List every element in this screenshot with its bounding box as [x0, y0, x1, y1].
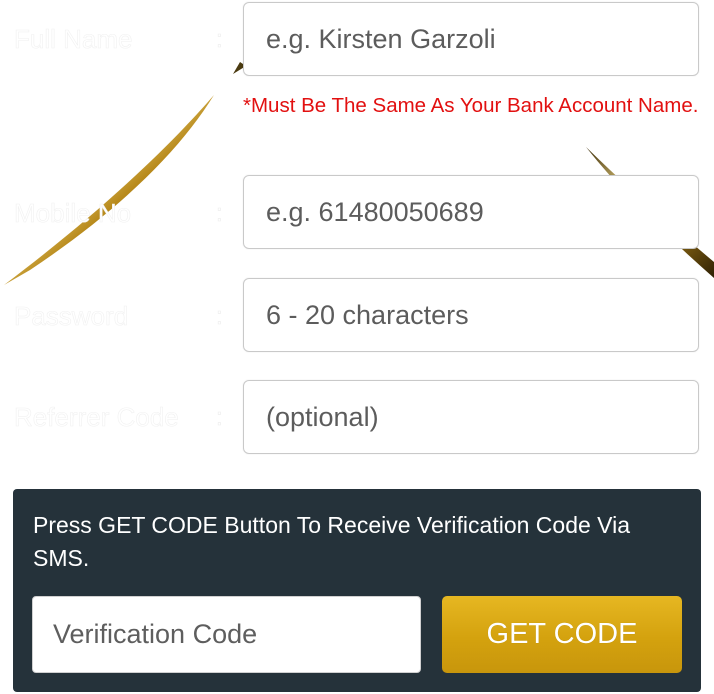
password-label: Password: [14, 301, 129, 332]
verification-message: Press GET CODE Button To Receive Verific…: [33, 512, 631, 571]
verification-panel: Press GET CODE Button To Receive Verific…: [13, 489, 701, 692]
mobile-input[interactable]: [244, 176, 698, 248]
full-name-field: [243, 2, 699, 76]
verification-code-input[interactable]: [33, 597, 420, 672]
full-name-note: *Must Be The Same As Your Bank Account N…: [243, 94, 699, 117]
full-name-label: Full Name: [14, 24, 133, 55]
referrer-colon: :: [216, 404, 223, 432]
referrer-label: Referrer Code: [14, 402, 179, 433]
password-field: [243, 278, 699, 352]
referrer-input[interactable]: [244, 381, 698, 453]
password-colon: :: [216, 303, 223, 331]
mobile-colon: :: [216, 200, 223, 228]
full-name-input[interactable]: [244, 3, 698, 75]
mobile-field: [243, 175, 699, 249]
password-input[interactable]: [244, 279, 698, 351]
referrer-field: [243, 380, 699, 454]
mobile-label: Mobile No: [14, 198, 132, 229]
verification-code-field: [32, 596, 421, 673]
full-name-colon: :: [216, 26, 223, 54]
get-code-button[interactable]: GET CODE: [442, 596, 682, 673]
